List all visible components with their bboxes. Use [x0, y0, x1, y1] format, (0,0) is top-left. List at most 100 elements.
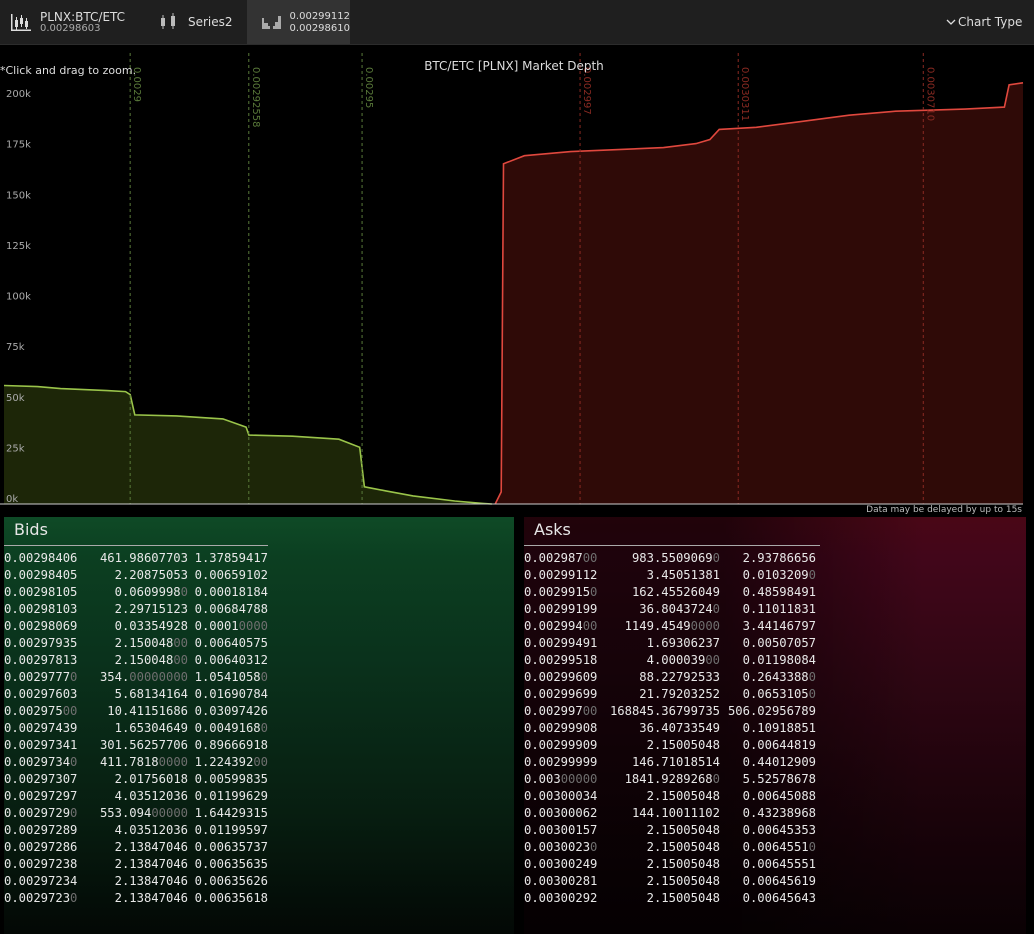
bids-amount-cell: 5.68134164	[115, 687, 188, 701]
asks-price-value: 0.0030023	[524, 840, 591, 854]
asks-row[interactable]: 0.00300230 2.15005048 0.00645510	[524, 840, 1026, 857]
bids-row[interactable]: 0.00297500 10.41151686 0.03097426	[4, 704, 514, 721]
asks-total-value: 0.43238968	[742, 806, 816, 820]
bids-total-value: 0.00599835	[194, 772, 268, 786]
bids-row[interactable]: 0.00297307 2.01756018 0.00599835	[4, 772, 514, 789]
bids-amount-value: 1.65304649	[114, 721, 188, 735]
asks-row[interactable]: 0.00298700 983.55090690 2.93786656	[524, 551, 1026, 568]
asks-amount-value: 36.40733549	[639, 721, 720, 735]
bids-total-cell: 0.00491680	[195, 721, 268, 735]
asks-row[interactable]: 0.00299112 3.45051381 0.01032090	[524, 568, 1026, 585]
asks-row[interactable]: 0.00299199 36.80437240 0.11011831	[524, 602, 1026, 619]
asks-total-cell: 0.48598491	[743, 585, 816, 599]
asks-title: Asks	[534, 520, 571, 539]
bids-price-value: 0.00298406	[4, 551, 78, 565]
bids-total-cell: 0.01690784	[195, 687, 268, 701]
market-depth-chart[interactable]: 0.0029 0.00292558 0.00295 0.002997 0.0030311…	[0, 45, 1034, 515]
bids-header: Bids	[4, 517, 514, 546]
bids-row[interactable]: 0.00297234 2.13847046 0.00635626	[4, 874, 514, 891]
asks-row[interactable]: 0.00300292 2.15005048 0.00645643	[524, 891, 1026, 908]
asks-row[interactable]: 0.00299609 88.22792533 0.26433880	[524, 670, 1026, 687]
bids-total-padding: 0	[260, 721, 268, 735]
bids-total-value: 0.00635618	[194, 891, 268, 905]
asks-row[interactable]: 0.00299699 21.79203252 0.06531050	[524, 687, 1026, 704]
bids-row[interactable]: 0.00297297 4.03512036 0.01199629	[4, 789, 514, 806]
bids-row[interactable]: 0.00297290 553.09400000 1.64429315	[4, 806, 514, 823]
bids-row[interactable]: 0.00297340 411.78180000 1.22439200	[4, 755, 514, 772]
asks-row[interactable]: 0.00300034 2.15005048 0.00645088	[524, 789, 1026, 806]
bids-amount-value: 553.094	[99, 806, 152, 820]
bids-price-value: 0.00298103	[4, 602, 78, 616]
bids-row[interactable]: 0.00298406 461.98607703 1.37859417	[4, 551, 514, 568]
asks-total-value: 0.01198084	[742, 653, 816, 667]
asks-row[interactable]: 0.00299999 146.71018514 0.44012909	[524, 755, 1026, 772]
bids-row[interactable]: 0.00297289 4.03512036 0.01199597	[4, 823, 514, 840]
bids-amount-cell: 2.13847046	[115, 840, 188, 854]
bids-row[interactable]: 0.00298069 0.03354928 0.00010000	[4, 619, 514, 636]
asks-amount-cell: 1841.92892680	[625, 772, 720, 786]
asks-header: Asks	[524, 517, 1026, 546]
bids-row[interactable]: 0.00297813 2.15004800 0.00640312	[4, 653, 514, 670]
bids-row[interactable]: 0.00297341 301.56257706 0.89666918	[4, 738, 514, 755]
bids-row[interactable]: 0.00298405 2.20875053 0.00659102	[4, 568, 514, 585]
asks-row[interactable]: 0.00299908 36.40733549 0.10918851	[524, 721, 1026, 738]
bids-row[interactable]: 0.00297770 354.00000000 1.05410580	[4, 670, 514, 687]
series-toolbar: PLNX:BTC/ETC 0.00298603 Series2 0.002991…	[0, 0, 1034, 45]
bids-amount-value: 301.56257706	[99, 738, 188, 752]
bids-amount-cell: 2.15004800	[115, 636, 188, 650]
series-tab-series2[interactable]: Series2	[150, 0, 242, 44]
bids-row[interactable]: 0.00297238 2.13847046 0.00635635	[4, 857, 514, 874]
bids-amount-cell: 354.00000000	[100, 670, 188, 684]
asks-row[interactable]: 0.00300281 2.15005048 0.00645619	[524, 874, 1026, 891]
asks-total-cell: 0.01032090	[743, 568, 816, 582]
asks-price-cell: 0.00300062	[524, 806, 597, 820]
asks-total-cell: 0.00645551	[743, 857, 816, 871]
bids-row[interactable]: 0.00297286 2.13847046 0.00635737	[4, 840, 514, 857]
y-tick-label: 50k	[6, 393, 25, 404]
asks-row[interactable]: 0.00300249 2.15005048 0.00645551	[524, 857, 1026, 874]
bids-row[interactable]: 0.00297603 5.68134164 0.01690784	[4, 687, 514, 704]
asks-price-value: 0.00299112	[524, 568, 598, 582]
asks-row[interactable]: 0.00299491 1.69306237 0.00507057	[524, 636, 1026, 653]
bids-price-cell: 0.00297603	[4, 687, 77, 701]
asks-row[interactable]: 0.00300062 144.10011102 0.43238968	[524, 806, 1026, 823]
asks-price-cell: 0.00300292	[524, 891, 597, 905]
asks-price-value: 0.00300062	[524, 806, 598, 820]
bids-row[interactable]: 0.00298105 0.06099980 0.00018184	[4, 585, 514, 602]
bids-price-cell: 0.00298105	[4, 585, 77, 599]
asks-row[interactable]: 0.00299150 162.45526049 0.48598491	[524, 585, 1026, 602]
bids-row[interactable]: 0.00297439 1.65304649 0.00491680	[4, 721, 514, 738]
bids-row[interactable]: 0.00297230 2.13847046 0.00635618	[4, 891, 514, 908]
bids-row[interactable]: 0.00298103 2.29715123 0.00684788	[4, 602, 514, 619]
bids-total-value: 0.00635626	[194, 874, 268, 888]
asks-price-padding: 00	[582, 704, 598, 718]
series-tab-depth[interactable]: 0.00299112 0.00298610	[247, 0, 350, 44]
asks-total-cell: 0.11011831	[743, 602, 816, 616]
asks-total-value: 0.44012909	[742, 755, 816, 769]
asks-price-value: 0.0029915	[524, 585, 591, 599]
asks-row[interactable]: 0.00299909 2.15005048 0.00644819	[524, 738, 1026, 755]
asks-row[interactable]: 0.00299700 168845.36799735 506.02956789	[524, 704, 1026, 721]
bids-total-value: 1.224392	[194, 755, 254, 769]
asks-amount-padding: 0	[712, 551, 720, 565]
bids-total-cell: 0.00635618	[195, 891, 268, 905]
bids-row[interactable]: 0.00297935 2.15004800 0.00640575	[4, 636, 514, 653]
bids-total-value: 1.64429315	[194, 806, 268, 820]
series-tab-plnx[interactable]: PLNX:BTC/ETC 0.00298603	[0, 0, 140, 44]
asks-row[interactable]: 0.00299518 4.00003900 0.01198084	[524, 653, 1026, 670]
asks-price-cell: 0.00299518	[524, 653, 597, 667]
asks-row[interactable]: 0.00300157 2.15005048 0.00645353	[524, 823, 1026, 840]
bids-total-cell: 0.00640575	[195, 636, 268, 650]
depth-chart-svg[interactable]: 0.0029 0.00292558 0.00295 0.002997 0.0030311…	[0, 45, 1034, 515]
asks-row[interactable]: 0.00300000 1841.92892680 5.52578678	[524, 772, 1026, 789]
chart-type-button[interactable]: Chart Type	[940, 0, 1030, 44]
price-marker-label: 0.00295	[363, 67, 374, 108]
bids-price-value: 0.0029729	[4, 806, 71, 820]
asks-amount-cell: 162.45526049	[632, 585, 720, 599]
bids-amount-value: 2.20875053	[114, 568, 188, 582]
asks-price-cell: 0.00300281	[524, 874, 597, 888]
asks-amount-cell: 144.10011102	[632, 806, 720, 820]
asks-row[interactable]: 0.00299400 1149.45490000 3.44146797	[524, 619, 1026, 636]
bids-amount-cell: 2.20875053	[115, 568, 188, 582]
bids-header-underline	[4, 545, 268, 546]
